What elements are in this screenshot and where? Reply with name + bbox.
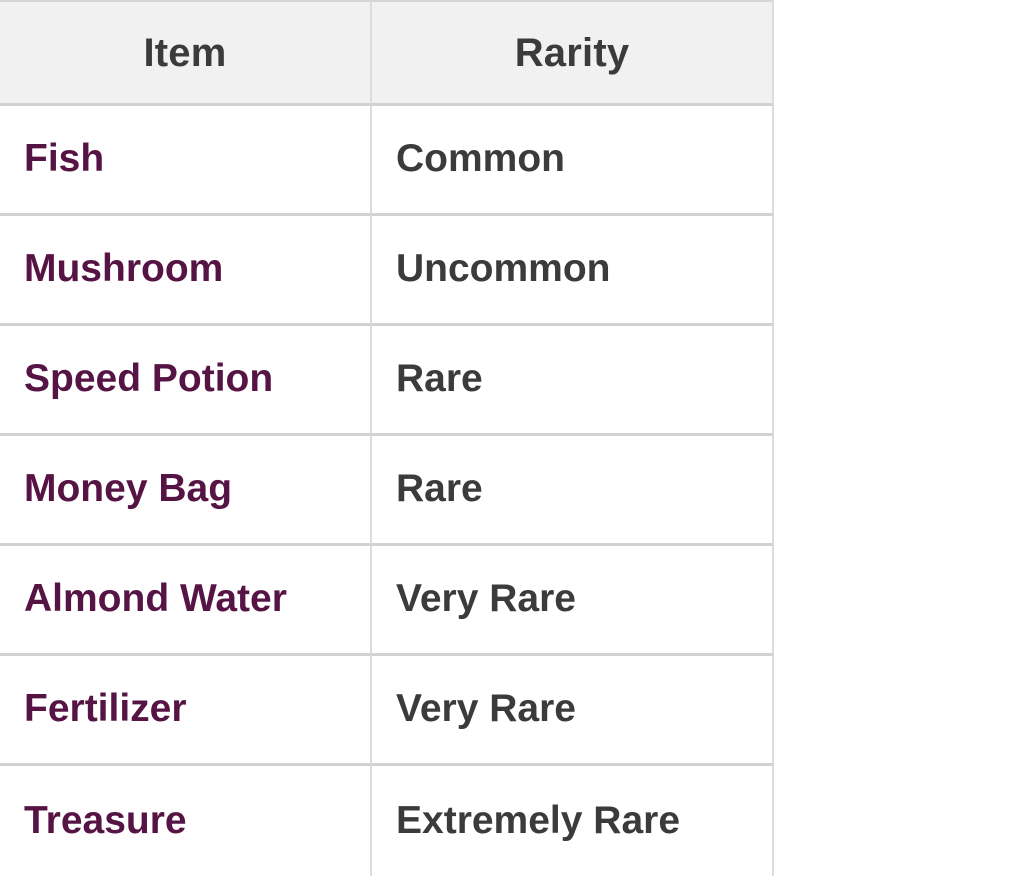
table-row: Almond Water Very Rare bbox=[0, 546, 774, 656]
table-header-row: Item Rarity bbox=[0, 0, 774, 106]
column-header-item[interactable]: Item bbox=[0, 0, 372, 106]
page-root: Item Rarity Fish Common Mushroom Uncommo… bbox=[0, 0, 1030, 880]
cell-rarity: Very Rare bbox=[372, 656, 774, 766]
table-body: Fish Common Mushroom Uncommon Speed Poti… bbox=[0, 106, 774, 876]
table-row: Fish Common bbox=[0, 106, 774, 216]
column-header-rarity[interactable]: Rarity bbox=[372, 0, 774, 106]
cell-item: Speed Potion bbox=[0, 326, 372, 436]
cell-item: Fish bbox=[0, 106, 372, 216]
table-row: Mushroom Uncommon bbox=[0, 216, 774, 326]
cell-item: Money Bag bbox=[0, 436, 372, 546]
cell-rarity: Very Rare bbox=[372, 546, 774, 656]
cell-rarity: Rare bbox=[372, 436, 774, 546]
table-row: Fertilizer Very Rare bbox=[0, 656, 774, 766]
cell-item: Treasure bbox=[0, 766, 372, 876]
cell-rarity: Extremely Rare bbox=[372, 766, 774, 876]
table-row: Speed Potion Rare bbox=[0, 326, 774, 436]
cell-rarity: Common bbox=[372, 106, 774, 216]
cell-item: Almond Water bbox=[0, 546, 372, 656]
cell-rarity: Uncommon bbox=[372, 216, 774, 326]
cell-item: Mushroom bbox=[0, 216, 372, 326]
cell-item: Fertilizer bbox=[0, 656, 372, 766]
table-header: Item Rarity bbox=[0, 0, 774, 106]
item-rarity-table: Item Rarity Fish Common Mushroom Uncommo… bbox=[0, 0, 774, 876]
cell-rarity: Rare bbox=[372, 326, 774, 436]
table-row: Money Bag Rare bbox=[0, 436, 774, 546]
table-row: Treasure Extremely Rare bbox=[0, 766, 774, 876]
